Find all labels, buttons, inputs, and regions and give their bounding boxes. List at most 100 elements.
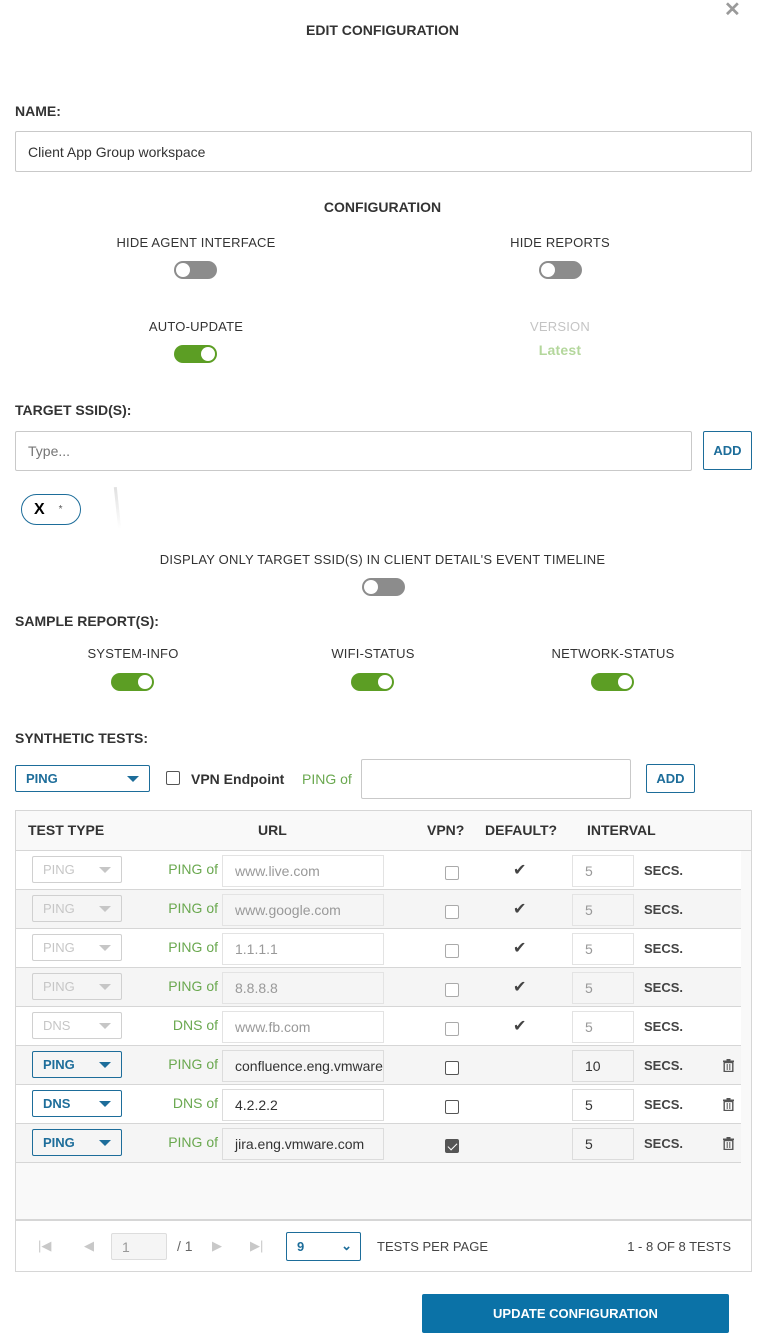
target-ssid-label: TARGET SSID(S): <box>15 402 132 418</box>
system-info-label: SYSTEM-INFO <box>87 646 179 661</box>
version-value: Latest <box>538 342 582 358</box>
first-page-icon[interactable]: |◀ <box>38 1238 51 1254</box>
remove-chip-icon[interactable]: X <box>34 501 45 519</box>
caret-down-icon <box>99 983 111 990</box>
test-of-label: PING of <box>168 978 218 994</box>
test-url-input: www.live.com <box>222 855 384 887</box>
close-icon[interactable]: ✕ <box>724 0 741 20</box>
vpn-checkbox[interactable] <box>445 1100 459 1114</box>
ssid-chip: X * <box>21 494 81 525</box>
ssid-add-button[interactable]: ADD <box>703 431 752 470</box>
trash-icon[interactable] <box>723 1059 734 1072</box>
caret-down-icon <box>99 944 111 951</box>
interval-input: 5 <box>572 855 634 887</box>
auto-update-toggle[interactable] <box>174 345 217 363</box>
default-check-icon: ✔ <box>513 862 527 879</box>
ssid-input[interactable] <box>15 431 692 471</box>
vpn-checkbox <box>445 905 459 919</box>
new-test-url-input[interactable] <box>361 759 631 799</box>
trash-icon[interactable] <box>723 1137 734 1150</box>
interval-input: 5 <box>572 972 634 1004</box>
vpn-checkbox <box>445 944 459 958</box>
per-page-select[interactable]: 9 ⌄ <box>286 1232 361 1261</box>
display-only-ssid-label: DISPLAY ONLY TARGET SSID(S) IN CLIENT DE… <box>159 552 606 567</box>
next-page-icon[interactable]: ▶ <box>212 1238 222 1254</box>
toggle-knob <box>378 675 392 689</box>
test-url-input: 8.8.8.8 <box>222 972 384 1004</box>
toggle-knob <box>138 675 152 689</box>
column-header-url: URL <box>258 822 287 838</box>
default-check-icon: ✔ <box>513 979 527 996</box>
test-type-value: PING <box>43 862 75 877</box>
pagination-summary: 1 - 8 OF 8 TESTS <box>627 1239 731 1254</box>
test-url-input[interactable]: confluence.eng.vmware. <box>222 1050 384 1082</box>
column-header-default: DEFAULT? <box>485 822 558 838</box>
test-type-select[interactable]: PING <box>32 1129 122 1156</box>
interval-input: 5 <box>572 1011 634 1043</box>
new-test-type-select[interactable]: PING <box>15 765 150 792</box>
previous-page-icon[interactable]: ◀ <box>84 1238 94 1254</box>
test-type-select: DNS <box>32 1012 122 1039</box>
new-test-type-value: PING <box>26 771 58 786</box>
interval-unit: SECS. <box>644 1058 684 1073</box>
table-row: PING PING of confluence.eng.vmware. 10 SECS. <box>16 1046 741 1085</box>
test-url-input: 1.1.1.1 <box>222 933 384 965</box>
wifi-status-label: WIFI-STATUS <box>331 646 415 661</box>
hide-reports-toggle[interactable] <box>539 261 582 279</box>
name-input[interactable] <box>15 131 752 172</box>
display-only-ssid-toggle[interactable] <box>362 578 405 596</box>
caret-down-icon <box>99 905 111 912</box>
hide-agent-interface-toggle[interactable] <box>174 261 217 279</box>
system-info-toggle[interactable] <box>111 673 154 691</box>
interval-input[interactable]: 5 <box>572 1089 634 1121</box>
update-configuration-button[interactable]: UPDATE CONFIGURATION <box>422 1294 729 1333</box>
interval-unit: SECS. <box>644 941 684 956</box>
table-row: PING PING of www.google.com ✔ 5 SECS. <box>16 890 741 929</box>
synthetic-tests-label: SYNTHETIC TESTS: <box>15 730 149 746</box>
hide-agent-interface-label: HIDE AGENT INTERFACE <box>116 235 276 250</box>
interval-input[interactable]: 10 <box>572 1050 634 1082</box>
page-number-input[interactable] <box>111 1233 167 1260</box>
test-type-select: PING <box>32 856 122 883</box>
interval-unit: SECS. <box>644 1019 684 1034</box>
test-url-input[interactable]: jira.eng.vmware.com <box>222 1128 384 1160</box>
caret-down-icon <box>99 1061 111 1068</box>
interval-input[interactable]: 5 <box>572 1128 634 1160</box>
test-type-select[interactable]: DNS <box>32 1090 122 1117</box>
toggle-knob <box>618 675 632 689</box>
chevron-down-icon: ⌄ <box>341 1238 352 1253</box>
table-header: TEST TYPE URL VPN? DEFAULT? INTERVAL <box>16 811 751 851</box>
table-row: DNS DNS of 4.2.2.2 5 SECS. <box>16 1085 741 1124</box>
network-status-toggle[interactable] <box>591 673 634 691</box>
wifi-status-toggle[interactable] <box>351 673 394 691</box>
test-type-select: PING <box>32 973 122 1000</box>
test-type-value: DNS <box>43 1018 71 1033</box>
table-row: PING PING of www.live.com ✔ 5 SECS. <box>16 851 741 890</box>
caret-down-icon <box>99 866 111 873</box>
test-type-select: PING <box>32 934 122 961</box>
synthetic-tests-table: TEST TYPE URL VPN? DEFAULT? INTERVAL PIN… <box>15 810 752 1272</box>
network-status-label: NETWORK-STATUS <box>551 646 675 661</box>
test-of-label: PING of <box>168 1134 218 1150</box>
test-of-label: DNS of <box>172 1095 218 1111</box>
configuration-heading: CONFIGURATION <box>323 199 442 215</box>
toggle-knob <box>201 347 215 361</box>
vpn-endpoint-label: VPN Endpoint <box>191 771 285 787</box>
vpn-checkbox[interactable] <box>445 1061 459 1075</box>
test-type-select: PING <box>32 895 122 922</box>
vpn-checkbox <box>445 866 459 880</box>
new-test-add-button[interactable]: ADD <box>646 764 695 793</box>
test-url-input: www.fb.com <box>222 1011 384 1043</box>
test-type-value: PING <box>43 1057 75 1072</box>
vpn-endpoint-checkbox[interactable] <box>166 771 180 785</box>
caret-down-icon <box>99 1139 111 1146</box>
test-type-select[interactable]: PING <box>32 1051 122 1078</box>
test-type-value: PING <box>43 901 75 916</box>
trash-icon[interactable] <box>723 1098 734 1111</box>
name-label: NAME: <box>15 103 61 119</box>
test-url-input[interactable]: 4.2.2.2 <box>222 1089 384 1121</box>
last-page-icon[interactable]: ▶| <box>250 1238 263 1254</box>
vpn-checkbox[interactable] <box>445 1139 459 1153</box>
column-header-interval: INTERVAL <box>587 822 656 838</box>
vpn-checkbox <box>445 1022 459 1036</box>
